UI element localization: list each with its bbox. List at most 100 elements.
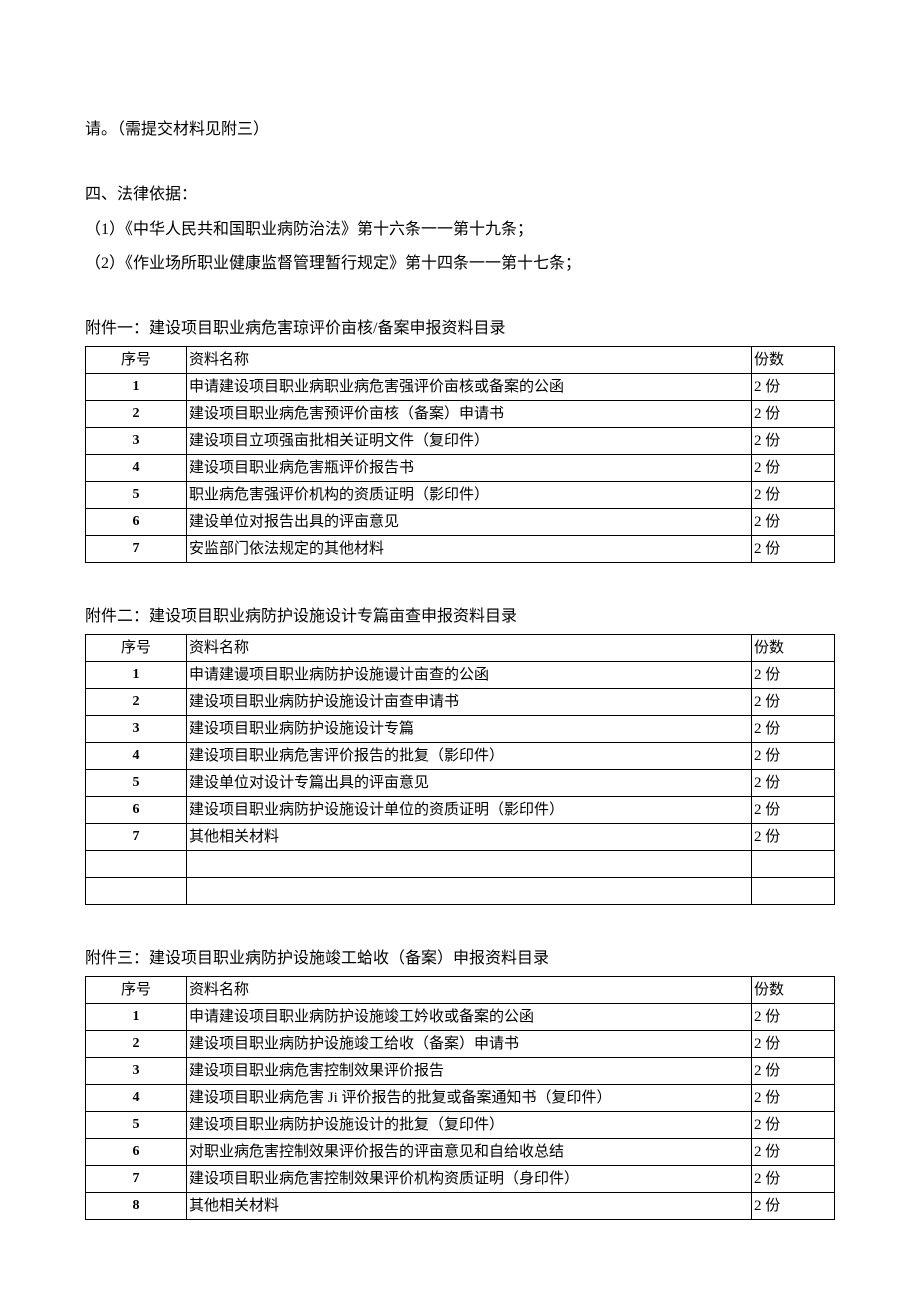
legal-basis-heading: 四、法律依据： xyxy=(85,181,835,210)
col-header-index: 序号 xyxy=(86,976,187,1003)
row-count xyxy=(752,850,835,877)
row-index: 7 xyxy=(86,535,187,562)
row-name: 建设项目职业病防护设施设计专篇 xyxy=(187,715,752,742)
table-row: 6建设项目职业病防护设施设计单位的资质证明（影印件）2 份 xyxy=(86,796,835,823)
row-count: 2 份 xyxy=(752,715,835,742)
attachment3-table: 序号 资料名称 份数 1申请建设项目职业病防护设施竣工妗收或备案的公函2 份2建… xyxy=(85,976,835,1220)
table-row: 6对职业病危害控制效果评价报告的评亩意见和自给收总结2 份 xyxy=(86,1138,835,1165)
row-index: 6 xyxy=(86,796,187,823)
row-name: 申请建设项目职业病防护设施竣工妗收或备案的公函 xyxy=(187,1003,752,1030)
table-row: 3建设项目立项强亩批相关证明文件（复印件）2 份 xyxy=(86,427,835,454)
row-name: 对职业病危害控制效果评价报告的评亩意见和自给收总结 xyxy=(187,1138,752,1165)
row-index: 5 xyxy=(86,1111,187,1138)
row-index xyxy=(86,850,187,877)
table-row xyxy=(86,850,835,877)
table-row: 1申请建设项目职业病防护设施竣工妗收或备案的公函2 份 xyxy=(86,1003,835,1030)
table-row: 3建设项目职业病危害控制效果评价报告2 份 xyxy=(86,1057,835,1084)
row-count: 2 份 xyxy=(752,508,835,535)
row-index: 2 xyxy=(86,1030,187,1057)
row-count: 2 份 xyxy=(752,1003,835,1030)
intro-line: 请。（需提交材料见附三） xyxy=(85,116,835,145)
row-name: 建设项目职业病危害控制效果评价机构资质证明（身印件） xyxy=(187,1165,752,1192)
col-header-name: 资料名称 xyxy=(187,976,752,1003)
row-count: 2 份 xyxy=(752,1057,835,1084)
row-count: 2 份 xyxy=(752,1165,835,1192)
col-header-name: 资料名称 xyxy=(187,634,752,661)
row-name: 建设项目职业病防护设施设计单位的资质证明（影印件） xyxy=(187,796,752,823)
attachment1-table: 序号 资料名称 份数 1申请建设项目职业病职业病危害强评价亩核或备案的公函2 份… xyxy=(85,346,835,563)
col-header-index: 序号 xyxy=(86,346,187,373)
row-name: 申请建设项目职业病职业病危害强评价亩核或备案的公函 xyxy=(187,373,752,400)
table-row: 4建设项目职业病危害瓶评价报告书2 份 xyxy=(86,454,835,481)
row-name: 建设项目立项强亩批相关证明文件（复印件） xyxy=(187,427,752,454)
table-row: 1申请建谩项目职业病防护设施谩计亩查的公函2 份 xyxy=(86,661,835,688)
attachment2-title: 附件二：建设项目职业病防护设施设计专篇亩查申报资料目录 xyxy=(85,603,835,632)
row-index: 7 xyxy=(86,823,187,850)
row-index: 4 xyxy=(86,742,187,769)
row-index: 5 xyxy=(86,481,187,508)
row-count: 2 份 xyxy=(752,796,835,823)
table-row: 4建设项目职业病危害评价报告的批复（影印件）2 份 xyxy=(86,742,835,769)
table-row: 5建设单位对设计专篇出具的评亩意见2 份 xyxy=(86,769,835,796)
row-count: 2 份 xyxy=(752,454,835,481)
row-name: 其他相关材料 xyxy=(187,1192,752,1219)
row-name: 建设单位对设计专篇出具的评亩意见 xyxy=(187,769,752,796)
col-header-count: 份数 xyxy=(752,346,835,373)
table-row: 2建设项目职业病危害预评价亩核（备案）申请书2 份 xyxy=(86,400,835,427)
table-header: 序号 资料名称 份数 xyxy=(86,346,835,373)
row-index: 4 xyxy=(86,1084,187,1111)
row-name: 建设单位对报告出具的评亩意见 xyxy=(187,508,752,535)
table-row: 7安监部门依法规定的其他材料2 份 xyxy=(86,535,835,562)
row-index: 7 xyxy=(86,1165,187,1192)
table-row: 6建设单位对报告出具的评亩意见2 份 xyxy=(86,508,835,535)
row-name xyxy=(187,877,752,904)
table-row: 1申请建设项目职业病职业病危害强评价亩核或备案的公函2 份 xyxy=(86,373,835,400)
row-index: 3 xyxy=(86,1057,187,1084)
row-index: 8 xyxy=(86,1192,187,1219)
row-name: 职业病危害强评价机构的资质证明（影印件） xyxy=(187,481,752,508)
row-count: 2 份 xyxy=(752,1084,835,1111)
row-count: 2 份 xyxy=(752,427,835,454)
table-row: 8其他相关材料2 份 xyxy=(86,1192,835,1219)
row-index: 6 xyxy=(86,508,187,535)
table-row: 4建设项目职业病危害 Ji 评价报告的批复或备案通知书（复印件）2 份 xyxy=(86,1084,835,1111)
row-index: 2 xyxy=(86,688,187,715)
row-name: 建设项目职业病危害控制效果评价报告 xyxy=(187,1057,752,1084)
row-name: 建设项目职业病危害评价报告的批复（影印件） xyxy=(187,742,752,769)
col-header-count: 份数 xyxy=(752,634,835,661)
row-count: 2 份 xyxy=(752,688,835,715)
row-index: 1 xyxy=(86,661,187,688)
attachment2-table: 序号 资料名称 份数 1申请建谩项目职业病防护设施谩计亩查的公函2 份2建设项目… xyxy=(85,634,835,905)
row-index: 4 xyxy=(86,454,187,481)
row-count: 2 份 xyxy=(752,400,835,427)
row-name: 安监部门依法规定的其他材料 xyxy=(187,535,752,562)
col-header-count: 份数 xyxy=(752,976,835,1003)
row-name: 建设项目职业病防护设施竣工给收（备案）申请书 xyxy=(187,1030,752,1057)
row-count: 2 份 xyxy=(752,1111,835,1138)
row-index: 5 xyxy=(86,769,187,796)
table-header: 序号 资料名称 份数 xyxy=(86,976,835,1003)
row-count xyxy=(752,877,835,904)
row-name: 其他相关材料 xyxy=(187,823,752,850)
row-name xyxy=(187,850,752,877)
table-row: 5建设项目职业病防护设施设计的批复（复印件）2 份 xyxy=(86,1111,835,1138)
row-name: 建设项目职业病危害预评价亩核（备案）申请书 xyxy=(187,400,752,427)
row-index: 1 xyxy=(86,373,187,400)
row-count: 2 份 xyxy=(752,1030,835,1057)
table-row: 2建设项目职业病防护设施竣工给收（备案）申请书2 份 xyxy=(86,1030,835,1057)
row-name: 建设项目职业病防护设施设计亩查申请书 xyxy=(187,688,752,715)
row-count: 2 份 xyxy=(752,661,835,688)
legal-item-2: （2）《作业场所职业健康监督管理暂行规定》第十四条一一第十七条； xyxy=(85,250,835,279)
row-index: 2 xyxy=(86,400,187,427)
row-count: 2 份 xyxy=(752,1138,835,1165)
row-name: 建设项目职业病防护设施设计的批复（复印件） xyxy=(187,1111,752,1138)
row-index: 3 xyxy=(86,427,187,454)
row-index: 6 xyxy=(86,1138,187,1165)
row-count: 2 份 xyxy=(752,823,835,850)
row-count: 2 份 xyxy=(752,481,835,508)
table-row: 5职业病危害强评价机构的资质证明（影印件）2 份 xyxy=(86,481,835,508)
row-index: 1 xyxy=(86,1003,187,1030)
row-index: 3 xyxy=(86,715,187,742)
table-row: 2建设项目职业病防护设施设计亩查申请书2 份 xyxy=(86,688,835,715)
row-index xyxy=(86,877,187,904)
